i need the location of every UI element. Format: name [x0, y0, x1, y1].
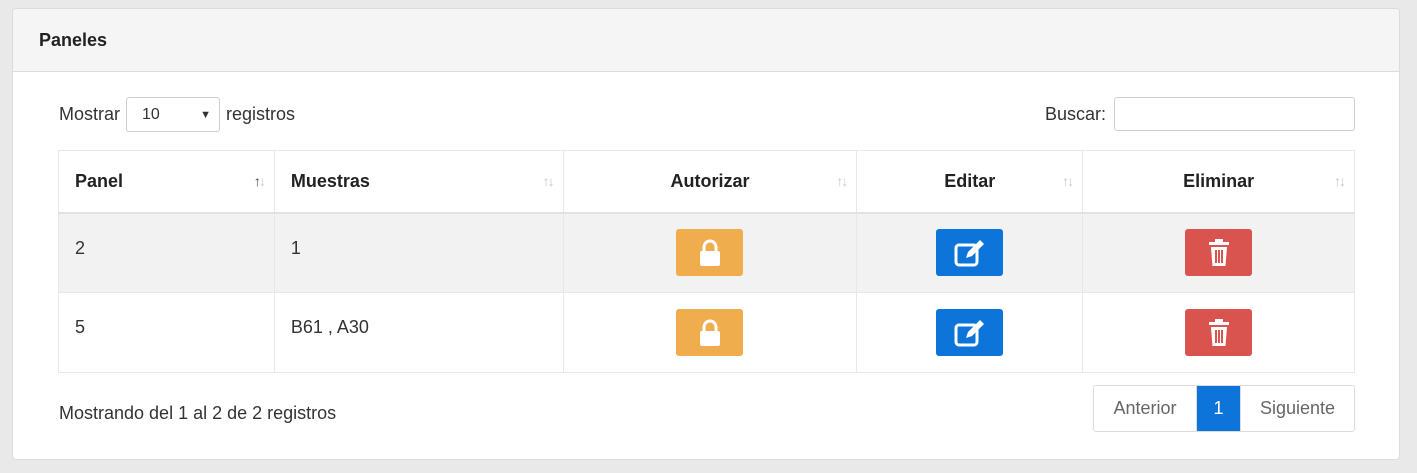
cell-editar: [856, 212, 1084, 293]
caret-down-icon: ▼: [200, 108, 212, 121]
length-prefix: Mostrar: [59, 104, 121, 124]
column-header-editar[interactable]: Editar ↑↓: [856, 150, 1084, 214]
column-header-label: Eliminar: [1183, 170, 1255, 191]
length-select-value: 10: [142, 105, 160, 123]
panel-title: Paneles: [13, 9, 1399, 72]
cell-panel: 2: [58, 212, 275, 293]
pagination: Anterior 1 Siguiente: [1093, 385, 1355, 432]
search-input[interactable]: [1114, 97, 1355, 131]
paneles-panel: Paneles Mostrar 10 ▼ registros Buscar: P…: [12, 8, 1400, 460]
authorize-button[interactable]: [676, 229, 744, 277]
sort-asc-icon: ↑↓: [253, 173, 266, 190]
column-header-label: Editar: [944, 170, 996, 191]
delete-button[interactable]: [1185, 309, 1253, 356]
next-page-button[interactable]: Siguiente: [1240, 386, 1354, 431]
column-header-label: Panel: [75, 170, 124, 191]
search-control: Buscar:: [1045, 97, 1355, 131]
column-header-muestras[interactable]: Muestras ↑↓: [273, 150, 564, 214]
length-select[interactable]: 10 ▼: [126, 97, 221, 132]
edit-icon: [954, 239, 984, 267]
trash-icon: [1208, 318, 1229, 346]
panels-table: Panel ↑↓ Muestras ↑↓ Autorizar ↑↓ Editar…: [58, 150, 1355, 373]
edit-button[interactable]: [936, 229, 1004, 277]
cell-editar: [856, 292, 1084, 373]
length-suffix: registros: [226, 104, 296, 124]
table-info: Mostrando del 1 al 2 de 2 registros: [59, 403, 337, 423]
cell-eliminar: [1082, 212, 1355, 293]
authorize-button[interactable]: [676, 309, 744, 356]
length-control: Mostrar 10 ▼ registros: [59, 97, 295, 132]
trash-icon: [1208, 238, 1229, 266]
lock-icon: [699, 239, 720, 266]
search-label: Buscar:: [1044, 103, 1106, 124]
column-header-panel[interactable]: Panel ↑↓: [58, 150, 275, 214]
sort-icon: ↑↓: [1062, 173, 1074, 190]
table-row: 2 1: [58, 212, 1355, 293]
delete-button[interactable]: [1185, 229, 1253, 277]
sort-icon: ↑↓: [542, 173, 555, 190]
lock-icon: [699, 319, 720, 346]
column-header-label: Muestras: [290, 170, 370, 191]
cell-autorizar: [562, 212, 858, 293]
cell-muestras: B61 , A30: [273, 292, 564, 373]
page-button-1[interactable]: 1: [1197, 386, 1240, 431]
sort-icon: ↑↓: [1334, 173, 1346, 190]
cell-autorizar: [562, 292, 858, 373]
cell-muestras: 1: [273, 212, 564, 293]
edit-button[interactable]: [936, 309, 1004, 356]
table-row: 5 B61 , A30: [58, 292, 1355, 373]
sort-icon: ↑↓: [836, 173, 848, 190]
cell-panel: 5: [58, 292, 275, 373]
column-header-label: Autorizar: [670, 170, 750, 191]
table-header-row: Panel ↑↓ Muestras ↑↓ Autorizar ↑↓ Editar…: [58, 150, 1355, 214]
previous-page-button[interactable]: Anterior: [1094, 386, 1197, 431]
column-header-eliminar[interactable]: Eliminar ↑↓: [1082, 150, 1355, 214]
cell-eliminar: [1082, 292, 1355, 373]
column-header-autorizar[interactable]: Autorizar ↑↓: [562, 150, 858, 214]
edit-icon: [954, 319, 984, 346]
